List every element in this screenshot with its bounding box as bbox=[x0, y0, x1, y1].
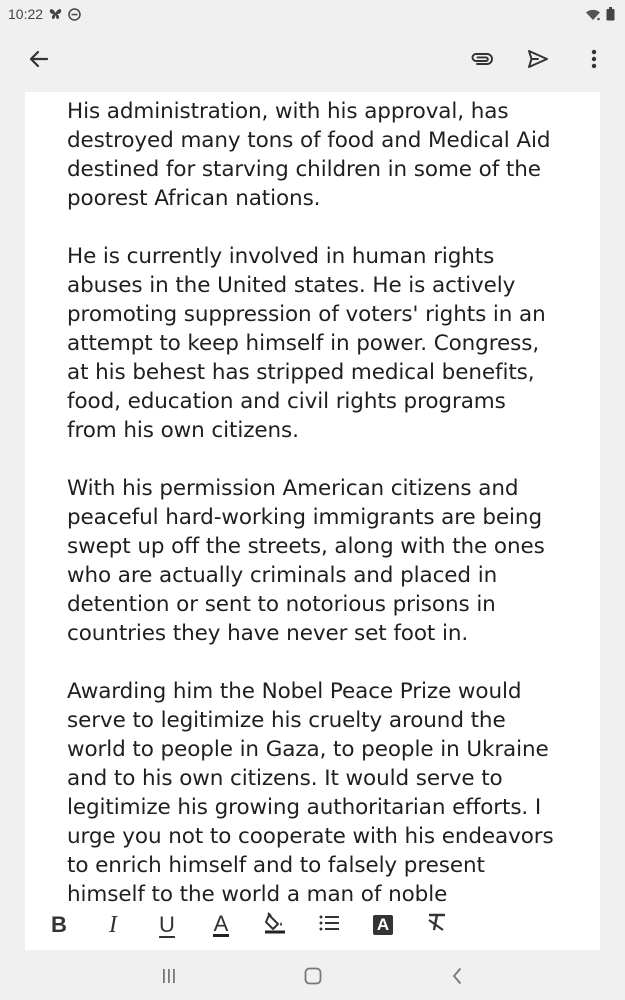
system-nav-bar bbox=[0, 952, 625, 1000]
home-icon[interactable] bbox=[296, 959, 330, 993]
do-not-disturb-icon bbox=[68, 7, 81, 21]
bold-label: B bbox=[51, 912, 67, 937]
clear-format-button[interactable] bbox=[419, 907, 455, 943]
compose-editor[interactable]: His administration, with his approval, h… bbox=[25, 92, 600, 950]
back-icon[interactable] bbox=[440, 959, 474, 993]
send-icon[interactable] bbox=[521, 42, 555, 76]
text-background-label: A bbox=[373, 915, 393, 935]
paint-bucket-icon bbox=[263, 910, 287, 940]
underline-button[interactable]: U bbox=[149, 907, 185, 943]
italic-label: I bbox=[109, 911, 117, 938]
bold-button[interactable]: B bbox=[41, 907, 77, 943]
status-time: 10:22 bbox=[8, 6, 44, 22]
text-color-button[interactable]: A bbox=[203, 907, 239, 943]
highlight-button[interactable] bbox=[257, 907, 293, 943]
app-bar-actions bbox=[465, 42, 611, 76]
wifi-icon bbox=[585, 8, 601, 21]
paragraph: With his permission American citizens an… bbox=[67, 476, 545, 646]
recents-icon[interactable] bbox=[152, 959, 186, 993]
paragraph: Awarding him the Nobel Peace Prize would… bbox=[67, 679, 554, 907]
butterfly-icon bbox=[49, 8, 62, 20]
editor-body[interactable]: His administration, with his approval, h… bbox=[25, 92, 600, 909]
more-vert-icon[interactable] bbox=[577, 42, 611, 76]
paragraph: He is currently involved in human rights… bbox=[67, 244, 546, 443]
clear-format-icon bbox=[426, 912, 448, 938]
app-bar bbox=[0, 28, 625, 90]
bullet-list-button[interactable] bbox=[311, 907, 347, 943]
battery-icon bbox=[606, 7, 615, 21]
text-background-button[interactable]: A bbox=[365, 907, 401, 943]
bullet-list-icon bbox=[319, 912, 339, 938]
back-arrow-icon[interactable] bbox=[22, 42, 56, 76]
status-right bbox=[585, 7, 615, 21]
italic-button[interactable]: I bbox=[95, 907, 131, 943]
text-color-label: A bbox=[212, 910, 230, 937]
attach-icon[interactable] bbox=[465, 42, 499, 76]
format-toolbar: B I U A A bbox=[25, 902, 600, 948]
status-bar: 10:22 bbox=[0, 0, 625, 28]
paragraph: His administration, with his approval, h… bbox=[67, 99, 551, 211]
status-left: 10:22 bbox=[8, 6, 81, 22]
underline-label: U bbox=[159, 912, 175, 937]
